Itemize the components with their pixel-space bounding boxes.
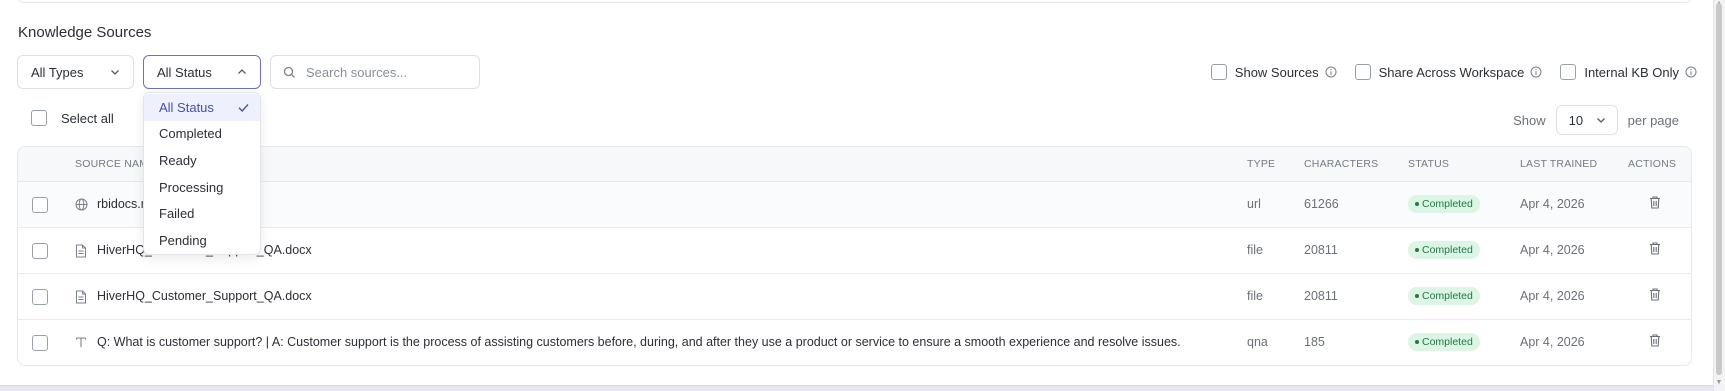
source-type: url <box>1247 197 1261 211</box>
table-row[interactable]: rbidocs.rbi.org.in url 61266 Completed A… <box>18 182 1691 228</box>
source-characters: 61266 <box>1304 197 1339 211</box>
check-icon <box>237 101 250 114</box>
row-checkbox[interactable] <box>32 243 48 259</box>
trash-icon[interactable] <box>1648 241 1662 256</box>
search-input[interactable] <box>306 64 476 80</box>
source-name: Q: What is customer support? | A: Custom… <box>97 335 1181 349</box>
source-last-trained: Apr 4, 2026 <box>1520 335 1585 349</box>
trash-icon[interactable] <box>1648 287 1662 302</box>
search-box[interactable] <box>270 55 480 89</box>
source-type: qna <box>1247 335 1268 349</box>
status-option-completed[interactable]: Completed <box>144 121 260 148</box>
top-card <box>17 0 1692 3</box>
info-icon[interactable] <box>1685 66 1697 78</box>
info-icon[interactable] <box>1530 66 1542 78</box>
show-sources-checkbox[interactable] <box>1210 64 1227 80</box>
share-across-workspace-checkbox[interactable] <box>1354 64 1371 80</box>
status-filter-value: All Status <box>157 64 212 80</box>
status-badge: Completed <box>1408 241 1480 259</box>
row-checkbox[interactable] <box>32 197 48 213</box>
table-header: SOURCE NAME TYPE CHARACTERS STATUS LAST … <box>18 147 1691 182</box>
file-icon <box>75 290 87 304</box>
source-characters: 20811 <box>1304 243 1338 257</box>
show-sources-label: Show Sources <box>1234 64 1319 80</box>
scrollbar[interactable]: ▲ ▼ <box>1713 0 1725 391</box>
select-all-checkbox[interactable] <box>31 110 47 126</box>
status-option-failed[interactable]: Failed <box>144 200 260 227</box>
status-option-label: Pending <box>159 232 207 248</box>
source-last-trained: Apr 4, 2026 <box>1520 289 1585 303</box>
source-last-trained: Apr 4, 2026 <box>1520 197 1585 211</box>
header-type[interactable]: TYPE <box>1247 158 1275 170</box>
table-row[interactable]: HiverHQ_Customer_Support_QA.docx file 20… <box>18 228 1691 274</box>
status-text: Completed <box>1422 244 1473 256</box>
show-sources-toggle[interactable]: Show Sources <box>1210 64 1337 80</box>
status-text: Completed <box>1422 336 1473 348</box>
file-icon <box>75 244 87 258</box>
globe-icon <box>75 198 88 211</box>
status-text: Completed <box>1422 198 1473 210</box>
scrollbar-thumb[interactable] <box>1716 3 1722 375</box>
status-option-ready[interactable]: Ready <box>144 147 260 174</box>
info-icon[interactable] <box>1325 66 1337 78</box>
table-row[interactable]: Q: What is customer support? | A: Custom… <box>18 320 1691 365</box>
share-across-workspace-toggle[interactable]: Share Across Workspace <box>1354 64 1543 80</box>
header-status[interactable]: STATUS <box>1408 158 1449 170</box>
search-icon <box>283 66 296 79</box>
internal-kb-only-checkbox[interactable] <box>1560 64 1577 80</box>
source-type: file <box>1247 243 1263 257</box>
per-page-control: Show 10 per page <box>1513 105 1679 135</box>
scroll-down-arrow-icon[interactable]: ▼ <box>1715 379 1723 386</box>
status-option-label: Ready <box>159 152 197 168</box>
source-type: file <box>1247 289 1263 303</box>
header-last-trained[interactable]: LAST TRAINED <box>1520 158 1597 170</box>
status-badge: Completed <box>1408 287 1480 305</box>
status-badge: Completed <box>1408 333 1480 351</box>
status-option-label: All Status <box>159 99 214 115</box>
status-option-label: Completed <box>159 126 222 142</box>
trash-icon[interactable] <box>1648 333 1662 348</box>
per-page-select[interactable]: 10 <box>1555 105 1618 135</box>
header-actions: ACTIONS <box>1628 158 1677 170</box>
header-characters[interactable]: CHARACTERS <box>1304 158 1378 170</box>
type-filter-value: All Types <box>31 64 84 80</box>
internal-kb-only-label: Internal KB Only <box>1584 64 1679 80</box>
type-filter-select[interactable]: All Types <box>17 55 134 89</box>
source-name: HiverHQ_Customer_Support_QA.docx <box>97 289 312 303</box>
internal-kb-only-toggle[interactable]: Internal KB Only <box>1560 64 1697 80</box>
sources-table: SOURCE NAME TYPE CHARACTERS STATUS LAST … <box>17 146 1692 366</box>
status-dropdown-menu: All Status Completed Ready Processing Fa… <box>143 92 261 255</box>
status-option-processing[interactable]: Processing <box>144 174 260 201</box>
row-checkbox[interactable] <box>32 335 48 351</box>
chevron-up-icon <box>236 66 248 78</box>
status-option-label: Processing <box>159 179 224 195</box>
status-badge: Completed <box>1408 195 1480 213</box>
page-title: Knowledge Sources <box>18 24 152 41</box>
select-all[interactable]: Select all <box>31 110 114 126</box>
table-row[interactable]: HiverHQ_Customer_Support_QA.docx file 20… <box>18 274 1691 320</box>
text-icon <box>75 336 87 348</box>
bottom-edge <box>0 385 1713 391</box>
status-option-label: Failed <box>159 206 195 222</box>
per-page-value: 10 <box>1568 112 1584 128</box>
status-filter-select[interactable]: All Status <box>143 55 261 89</box>
source-characters: 20811 <box>1304 289 1338 303</box>
select-all-label: Select all <box>61 110 114 126</box>
source-characters: 185 <box>1304 335 1325 349</box>
share-across-workspace-label: Share Across Workspace <box>1378 64 1525 80</box>
trash-icon[interactable] <box>1648 195 1662 210</box>
source-last-trained: Apr 4, 2026 <box>1520 243 1585 257</box>
chevron-down-icon <box>1595 114 1607 126</box>
per-page-label: per page <box>1627 112 1679 128</box>
status-option-all[interactable]: All Status <box>144 94 260 121</box>
status-text: Completed <box>1422 290 1473 302</box>
chevron-down-icon <box>109 66 121 78</box>
show-label: Show <box>1513 112 1546 128</box>
row-checkbox[interactable] <box>32 289 48 305</box>
source-toggles: Show Sources Share Across Workspace Inte… <box>1193 64 1697 80</box>
status-option-pending[interactable]: Pending <box>144 227 260 254</box>
